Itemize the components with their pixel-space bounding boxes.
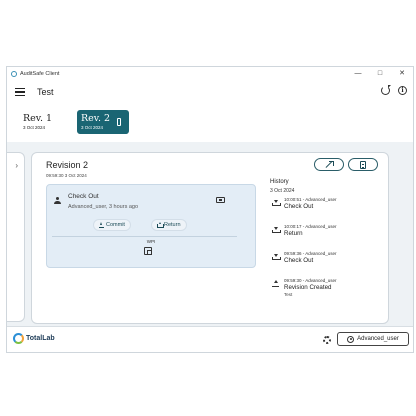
history-action: Revision Created: [284, 284, 332, 291]
pin-icon: [117, 118, 121, 126]
history-date: 3 Oct 2024: [270, 188, 295, 194]
refresh-icon[interactable]: [381, 85, 391, 95]
maximize-button[interactable]: □: [369, 67, 391, 81]
tab-label: Rev. 1: [23, 113, 53, 124]
history-action: Return: [284, 230, 303, 237]
tab-date: 3 Oct 2024: [23, 125, 46, 130]
divider: [52, 236, 237, 237]
history-item: 10:00:51 - Advanced_user Check Out: [270, 197, 382, 221]
app-bar: Test i: [7, 81, 413, 103]
commit-icon: [99, 222, 104, 228]
return-icon: [157, 222, 164, 228]
revision-title: Revision 2: [46, 160, 89, 170]
history-action: Check Out: [284, 203, 314, 210]
download-icon: [272, 199, 281, 206]
download-icon: [272, 226, 281, 233]
arrow-up-right-icon: [326, 161, 334, 168]
download-icon: [272, 253, 281, 260]
minimize-button[interactable]: —: [347, 67, 369, 81]
history-panel: History 3 Oct 2024 10:00:51 - Advanced_u…: [270, 179, 382, 302]
revision-tabs: Rev. 1 3 Oct 2024 Rev. 2 3 Oct 2024: [7, 107, 413, 137]
upload-icon: [272, 280, 279, 287]
tab-rev-1[interactable]: Rev. 1 3 Oct 2024: [19, 110, 69, 134]
close-button[interactable]: ✕: [391, 67, 413, 81]
history-time: 10:00:51 - Advanced_user: [284, 197, 337, 202]
document-icon: [360, 160, 366, 169]
previous-revision-card[interactable]: ›: [7, 152, 25, 322]
report-button[interactable]: [348, 158, 378, 171]
logo-text: TotalLab: [26, 335, 55, 342]
footer: TotalLab Advanced_user: [7, 326, 413, 352]
commit-button[interactable]: Commit: [93, 219, 131, 231]
content-area: › Revision 2 09:59:30 3 Oct 2024 Check O…: [7, 142, 413, 328]
totallab-logo: TotalLab: [13, 333, 55, 344]
app-window: AuditSafe Client — □ ✕ Test i Rev. 1 3 O…: [6, 66, 414, 353]
history-note: Test: [284, 292, 293, 297]
window-titlebar: AuditSafe Client — □ ✕: [7, 67, 413, 81]
history-item: 09:59:36 - Advanced_user Check Out: [270, 251, 382, 275]
app-icon: [11, 71, 17, 77]
history-item: 09:59:30 - Advanced_user Revision Create…: [270, 278, 382, 302]
logo-mark-icon: [13, 333, 24, 344]
user-icon: [54, 197, 61, 204]
user-label: Advanced_user: [357, 336, 399, 342]
history-time: 10:00:17 - Advanced_user: [284, 224, 337, 229]
return-label: Return: [164, 222, 181, 228]
chevron-right-icon: ›: [15, 161, 18, 170]
history-heading: History: [270, 179, 289, 185]
history-action: Check Out: [284, 257, 314, 264]
file-icon[interactable]: [216, 197, 225, 203]
tab-rev-2[interactable]: Rev. 2 3 Oct 2024: [77, 110, 129, 134]
user-account-button[interactable]: Advanced_user: [337, 332, 409, 346]
wpi-label: WPI: [146, 239, 156, 244]
history-time: 09:59:30 - Advanced_user: [284, 278, 337, 283]
info-icon[interactable]: i: [398, 86, 407, 95]
history-time: 09:59:36 - Advanced_user: [284, 251, 337, 256]
window-controls: — □ ✕: [347, 67, 413, 81]
checkout-status: Check Out: [68, 193, 99, 200]
revision-subtitle: 09:59:30 3 Oct 2024: [46, 173, 87, 178]
account-icon: [347, 335, 355, 343]
open-external-button[interactable]: [314, 158, 344, 171]
checkout-detail: Advanced_user, 3 hours ago: [68, 204, 139, 210]
wpi-icon[interactable]: [144, 247, 152, 255]
return-button[interactable]: Return: [151, 219, 187, 231]
window-title: AuditSafe Client: [20, 71, 60, 77]
history-item: 10:00:17 - Advanced_user Return: [270, 224, 382, 248]
commit-label: Commit: [106, 222, 125, 228]
page-title: Test: [37, 87, 54, 97]
checkout-card: Check Out Advanced_user, 3 hours ago Com…: [46, 184, 256, 268]
menu-icon[interactable]: [15, 88, 25, 96]
gear-icon[interactable]: [323, 336, 331, 344]
revision-card: Revision 2 09:59:30 3 Oct 2024 Check Out…: [31, 152, 389, 324]
